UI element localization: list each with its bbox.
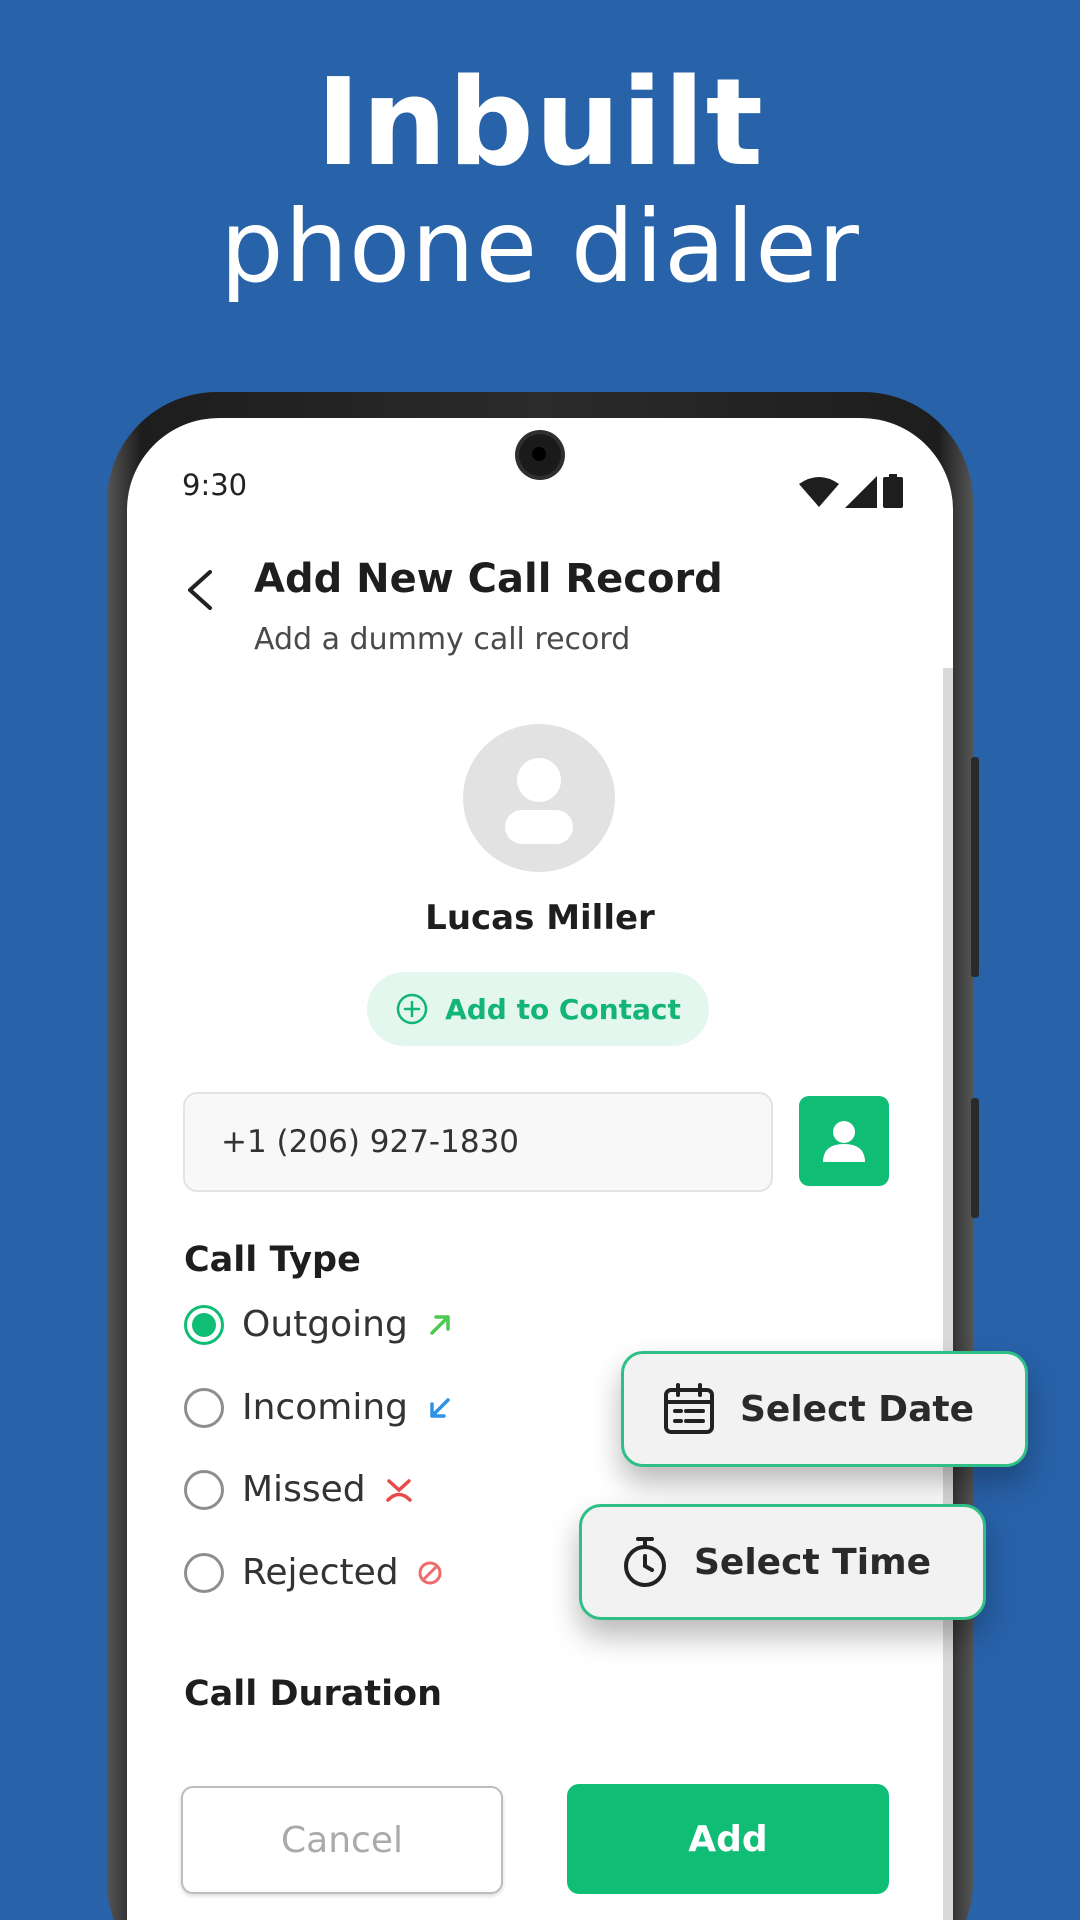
- scrollbar[interactable]: [943, 668, 953, 1920]
- phone-frame: 9:30 Add New Call Record Add a dummy cal…: [107, 392, 979, 1920]
- add-button[interactable]: Add: [567, 1784, 889, 1894]
- call-type-label: Call Type: [184, 1240, 361, 1280]
- radio-incoming[interactable]: Incoming: [184, 1387, 454, 1428]
- radio-button[interactable]: [184, 1387, 224, 1428]
- rejected-label: Rejected: [242, 1552, 399, 1593]
- volume-button: [971, 757, 979, 977]
- back-arrow-icon[interactable]: [182, 568, 218, 612]
- battery-icon: [883, 474, 903, 508]
- power-button: [971, 1098, 979, 1218]
- headline-line-1: Inbuilt: [315, 54, 765, 193]
- outgoing-arrow-icon: [430, 1314, 450, 1335]
- radio-missed[interactable]: Missed: [184, 1469, 414, 1510]
- call-duration-label: Call Duration: [184, 1674, 443, 1714]
- phone-number-value: +1 (206) 927-1830: [221, 1124, 520, 1160]
- stopwatch-icon: [624, 1537, 666, 1587]
- page-title: Add New Call Record: [254, 556, 723, 602]
- rejected-icon: [418, 1561, 442, 1584]
- signal-icon: [845, 476, 877, 508]
- radio-button-checked[interactable]: [184, 1304, 224, 1345]
- select-time-label: Select Time: [694, 1541, 932, 1583]
- plus-circle-icon: [396, 993, 428, 1025]
- cancel-button[interactable]: Cancel: [181, 1786, 503, 1894]
- wifi-icon: [799, 477, 839, 507]
- select-time-button[interactable]: Select Time: [579, 1504, 986, 1620]
- incoming-label: Incoming: [242, 1387, 408, 1428]
- add-to-contact-label: Add to Contact: [445, 992, 681, 1026]
- calendar-icon: [664, 1383, 714, 1434]
- headline: Inbuilt phone dialer: [0, 60, 1080, 306]
- pick-contact-button[interactable]: [799, 1096, 889, 1186]
- radio-button[interactable]: [184, 1552, 224, 1593]
- contact-name: Lucas Miller: [425, 898, 655, 938]
- radio-button[interactable]: [184, 1469, 224, 1510]
- page-subtitle: Add a dummy call record: [254, 622, 631, 657]
- outgoing-label: Outgoing: [242, 1304, 408, 1345]
- add-to-contact-button[interactable]: Add to Contact: [367, 972, 709, 1046]
- status-time: 9:30: [182, 468, 248, 502]
- headline-line-2: phone dialer: [220, 188, 860, 305]
- select-date-label: Select Date: [740, 1388, 974, 1430]
- phone-number-field[interactable]: +1 (206) 927-1830: [183, 1092, 773, 1192]
- incoming-arrow-icon: [430, 1397, 450, 1418]
- missed-call-icon: [385, 1478, 412, 1502]
- radio-rejected[interactable]: Rejected: [184, 1552, 443, 1593]
- phone-screen: 9:30 Add New Call Record Add a dummy cal…: [127, 418, 953, 1920]
- contact-person-icon: [823, 1121, 865, 1162]
- camera-icon: [519, 434, 561, 476]
- missed-label: Missed: [242, 1469, 366, 1510]
- status-icons: [799, 474, 903, 508]
- avatar: [463, 724, 615, 872]
- radio-outgoing[interactable]: Outgoing: [184, 1304, 454, 1345]
- person-icon: [505, 758, 573, 844]
- select-date-button[interactable]: Select Date: [621, 1351, 1028, 1467]
